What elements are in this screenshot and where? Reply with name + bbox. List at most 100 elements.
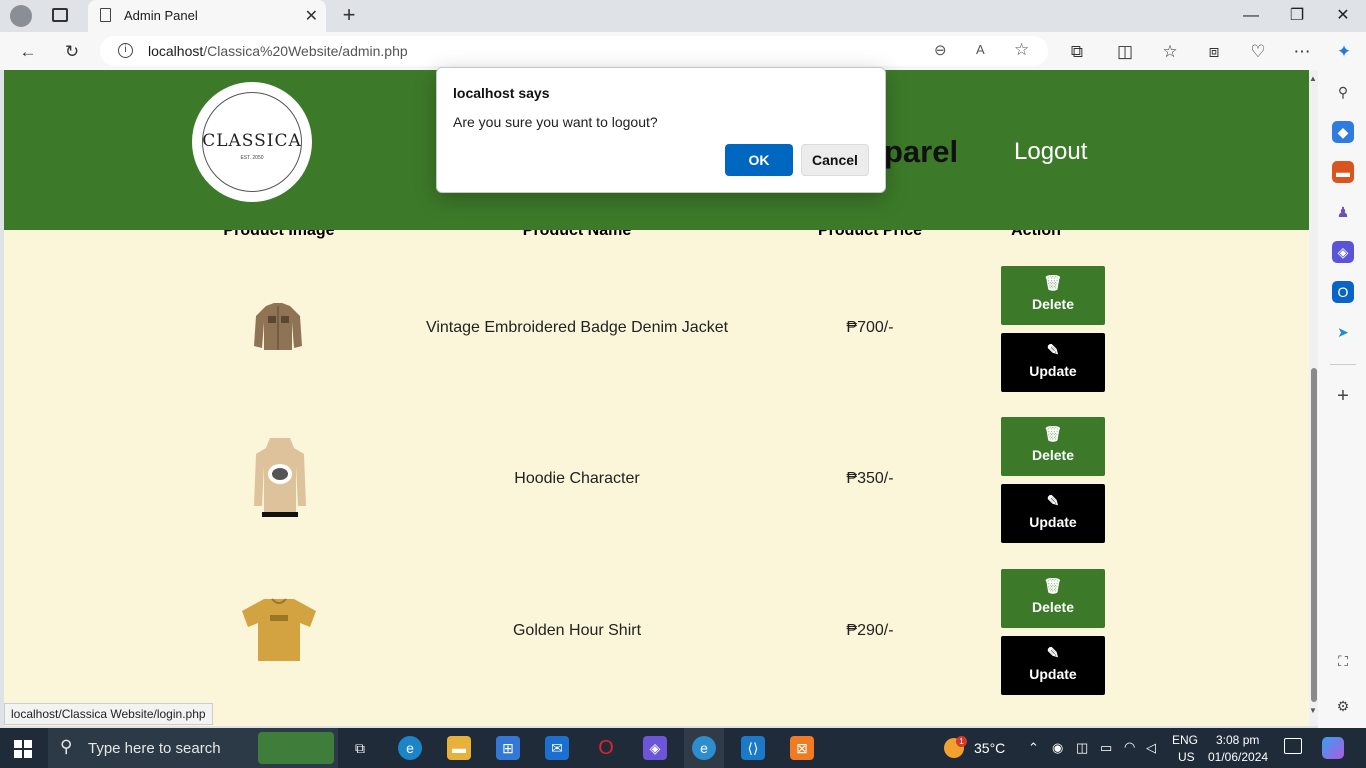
sidebar-settings-icon[interactable]: ⚙	[1332, 695, 1354, 717]
chevron-up-icon[interactable]: ⌃	[1028, 740, 1039, 756]
active-app-indicator	[684, 728, 724, 768]
product-name: Vintage Embroidered Badge Denim Jacket	[425, 319, 729, 336]
status-url: localhost/Classica Website/login.php	[4, 703, 213, 725]
zoom-icon[interactable]: ⊖	[934, 41, 947, 59]
close-tab-icon[interactable]: ✕	[305, 6, 318, 26]
clock-date[interactable]: 01/06/2024	[1208, 750, 1268, 764]
copilot-icon[interactable]: ✦	[1332, 40, 1356, 64]
product-name: Hoodie Character	[514, 470, 640, 487]
delete-button[interactable]: 🗑 Delete	[1001, 569, 1105, 628]
scroll-up-arrow-icon[interactable]: ▲	[1309, 74, 1317, 83]
scroll-down-arrow-icon[interactable]: ▼	[1309, 706, 1317, 715]
minimize-icon[interactable]: —	[1228, 4, 1274, 28]
close-window-icon[interactable]: ✕	[1320, 4, 1366, 28]
battery-icon[interactable]: ▭	[1100, 740, 1112, 756]
logout-link[interactable]: Logout	[1014, 138, 1087, 166]
address-bar[interactable]: i localhost/Classica%20Website/admin.php…	[100, 36, 1048, 66]
product-image-shirt	[240, 597, 318, 663]
back-icon[interactable]: ←	[16, 40, 40, 64]
wifi-icon[interactable]: ◠	[1124, 739, 1135, 755]
delete-button[interactable]: 🗑 Delete	[1001, 266, 1105, 325]
ok-button[interactable]: OK	[725, 144, 793, 176]
logo-text: CLASSICA	[202, 131, 302, 151]
update-button[interactable]: ✎ Update	[1001, 484, 1105, 543]
clock-time[interactable]: 3:08 pm	[1216, 733, 1259, 747]
screenshot-icon[interactable]: ⛶	[1332, 650, 1354, 672]
update-button[interactable]: ✎ Update	[1001, 333, 1105, 392]
product-price: ₱350/-	[846, 470, 894, 487]
shopping-icon[interactable]: ◆	[1332, 121, 1354, 143]
taskbar-search[interactable]: ⚲ Type here to search	[48, 728, 338, 768]
delete-label: Delete	[1031, 447, 1075, 463]
read-aloud-icon[interactable]: A	[976, 42, 985, 57]
profile-icon[interactable]	[10, 5, 32, 27]
copilot-taskbar-icon[interactable]: ◈	[643, 736, 667, 760]
edge-taskbar-icon[interactable]: e	[398, 736, 422, 760]
file-explorer-icon[interactable]: ▬	[447, 736, 471, 760]
windows-start-icon[interactable]	[14, 740, 32, 758]
region-code[interactable]: US	[1178, 750, 1195, 764]
extensions-icon[interactable]: ⧉	[1065, 40, 1089, 64]
tab-actions-icon[interactable]	[52, 8, 68, 22]
mail-icon[interactable]: ✉	[545, 736, 569, 760]
games-icon[interactable]: ♟	[1332, 201, 1354, 223]
sidebar-search-icon[interactable]: ⚲	[1332, 81, 1354, 103]
page-icon	[100, 8, 111, 22]
restore-icon[interactable]: ❐	[1274, 4, 1320, 28]
scrollbar-thumb[interactable]	[1311, 368, 1317, 702]
product-price: ₱700/-	[846, 319, 894, 336]
xampp-icon[interactable]: ⊠	[790, 736, 814, 760]
logo-est: EST. 2050	[240, 155, 264, 161]
tab-title: Admin Panel	[124, 8, 198, 23]
copilot-tray-icon[interactable]	[1322, 737, 1344, 759]
copilot-sidebar-icon[interactable]: ◈	[1332, 241, 1354, 263]
search-icon: ⚲	[60, 737, 73, 756]
refresh-icon[interactable]: ↻	[60, 40, 84, 64]
browser-essentials-icon[interactable]: ♡	[1246, 40, 1270, 64]
edit-icon: ✎	[1046, 493, 1060, 510]
language-code[interactable]: ENG	[1172, 733, 1198, 747]
favorites-icon[interactable]: ☆	[1158, 40, 1182, 64]
collections-icon[interactable]: ⧈	[1202, 40, 1226, 64]
opera-icon[interactable]: O	[594, 736, 618, 760]
page-title: parel	[884, 134, 959, 169]
product-price: ₱290/-	[846, 622, 894, 639]
tools-icon[interactable]: ▬	[1332, 161, 1354, 183]
telegram-icon[interactable]: ➤	[1332, 321, 1354, 343]
search-placeholder: Type here to search	[88, 740, 221, 757]
more-menu-icon[interactable]: ⋯	[1290, 40, 1314, 64]
update-button[interactable]: ✎ Update	[1001, 636, 1105, 695]
url-text: localhost/Classica%20Website/admin.php	[148, 43, 408, 59]
meet-icon[interactable]: ◫	[1076, 740, 1088, 756]
classica-logo[interactable]: CLASSICA EST. 2050	[192, 82, 312, 202]
dialog-message: Are you sure you want to logout?	[453, 114, 658, 130]
new-tab-icon[interactable]: +	[338, 3, 360, 27]
confirm-dialog: localhost says Are you sure you want to …	[436, 67, 886, 193]
add-sidebar-icon[interactable]: +	[1332, 385, 1354, 407]
outlook-icon[interactable]: O	[1332, 281, 1354, 303]
delete-button[interactable]: 🗑 Delete	[1001, 417, 1105, 476]
product-image-hoodie	[252, 436, 308, 518]
tab-admin-panel[interactable]: Admin Panel ✕	[88, 0, 326, 33]
url-host: localhost	[148, 43, 204, 59]
weather-badge: 1	[956, 736, 967, 747]
record-icon[interactable]: ◉	[1052, 740, 1063, 756]
cancel-button[interactable]: Cancel	[801, 144, 869, 176]
product-name: Golden Hour Shirt	[512, 622, 642, 639]
notification-icon[interactable]	[1284, 738, 1302, 754]
volume-icon[interactable]: ◁	[1146, 740, 1156, 756]
delete-label: Delete	[1031, 599, 1075, 615]
temperature[interactable]: 35°C	[974, 740, 1005, 756]
split-screen-icon[interactable]: ◫	[1113, 40, 1137, 64]
info-icon[interactable]: i	[118, 43, 133, 58]
sidebar-divider	[1330, 364, 1356, 365]
update-label: Update	[1029, 363, 1077, 379]
url-path: /Classica%20Website/admin.php	[203, 43, 408, 59]
vscode-icon[interactable]: ⟨⟩	[741, 736, 765, 760]
store-icon[interactable]: ⊞	[496, 736, 520, 760]
update-label: Update	[1029, 666, 1077, 682]
favorite-star-icon[interactable]: ☆	[1014, 40, 1029, 60]
dialog-title: localhost says	[453, 85, 550, 101]
task-view-icon[interactable]: ⧉	[348, 736, 372, 760]
search-highlight-icon	[258, 732, 334, 764]
